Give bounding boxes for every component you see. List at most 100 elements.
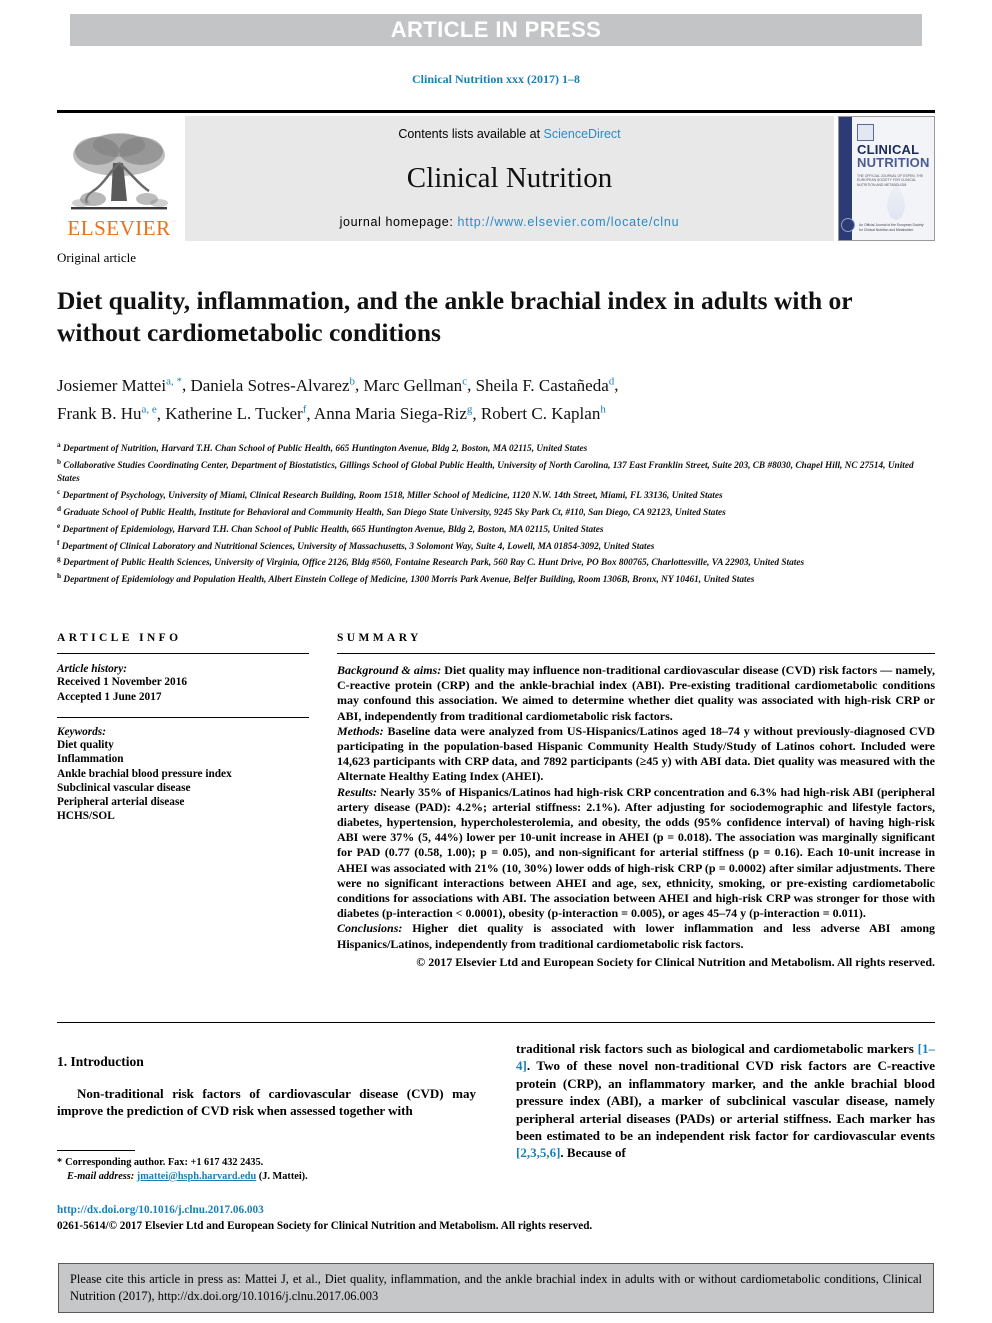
corresponding-author-text: Corresponding author. Fax: +1 617 432 24…: [65, 1157, 264, 1168]
author-entry[interactable]: Katherine L. Tuckerf: [165, 404, 306, 424]
journal-homepage-link[interactable]: http://www.elsevier.com/locate/clnu: [457, 215, 679, 229]
author-entry[interactable]: Robert C. Kaplanh: [480, 403, 606, 424]
article-body: 1. Introduction Non-traditional risk fac…: [57, 1040, 935, 1162]
keyword-item: HCHS/SOL: [57, 810, 115, 823]
affiliation-mark: h: [57, 571, 62, 581]
affiliation-item: c Department of Psychology, University o…: [57, 486, 935, 503]
summary-conclusions: Conclusions: Higher diet quality is asso…: [337, 921, 935, 951]
summary-results-label: Results:: [337, 784, 378, 799]
divider: [57, 653, 309, 654]
affiliation-mark: d: [57, 503, 62, 513]
affiliation-mark: b: [57, 457, 62, 467]
cover-droplet-graphic: [886, 182, 906, 221]
keyword-item: Inflammation: [57, 753, 124, 766]
cover-logo-box-icon: [857, 124, 874, 141]
affiliation-list: a Department of Nutrition, Harvard T.H. …: [57, 439, 935, 587]
email-note: E-mail address: jmattei@hsph.harvard.edu…: [57, 1170, 476, 1184]
article-history-label: Article history:: [57, 663, 127, 675]
author-affil-mark: h: [600, 403, 606, 416]
keyword-item: Ankle brachial blood pressure index: [57, 767, 232, 780]
affiliation-mark: a: [57, 440, 61, 450]
author-name: Frank B. Hu: [57, 404, 142, 424]
author-entry[interactable]: Sheila F. Castañedad: [475, 375, 615, 395]
affiliation-text: Collaborative Studies Coordinating Cente…: [57, 461, 914, 485]
masthead-center-panel: Contents lists available at ScienceDirec…: [185, 116, 834, 241]
cover-title: CLINICAL NUTRITION: [857, 143, 930, 169]
summary-results-text: Nearly 35% of Hispanics/Latinos had high…: [337, 784, 935, 921]
contents-prefix: Contents lists available at: [398, 127, 544, 141]
cite-this-article-text: Please cite this article in press as: Ma…: [70, 1272, 922, 1303]
summary-results: Results: Nearly 35% of Hispanics/Latinos…: [337, 785, 935, 922]
journal-masthead: ELSEVIER Contents lists available at Sci…: [57, 110, 935, 241]
affiliation-text: Graduate School of Public Health, Instit…: [63, 507, 726, 518]
received-date: Received 1 November 2016: [57, 676, 187, 688]
author-entry[interactable]: Marc Gellmanc: [364, 375, 468, 395]
author-name: Anna Maria Siega-Riz: [313, 404, 467, 424]
elsevier-logo: ELSEVIER: [57, 116, 181, 241]
keyword-item: Peripheral arterial disease: [57, 796, 185, 808]
summary-heading: SUMMARY: [337, 632, 422, 644]
author-name: Josiemer Mattei: [57, 375, 167, 395]
sciencedirect-link[interactable]: ScienceDirect: [544, 127, 621, 141]
author-entry[interactable]: Daniela Sotres-Alvarezb: [190, 375, 356, 395]
author-name: Sheila F. Castañeda: [475, 375, 609, 395]
author-email-link[interactable]: jmattei@hsph.harvard.edu: [137, 1171, 256, 1182]
affiliation-text: Department of Nutrition, Harvard T.H. Ch…: [62, 444, 588, 455]
elsevier-wordmark: ELSEVIER: [67, 216, 171, 240]
author-affil-mark: g: [466, 403, 473, 416]
affiliation-text: Department of Clinical Laboratory and Nu…: [61, 541, 655, 552]
affiliation-text: Department of Psychology, University of …: [62, 490, 723, 501]
accepted-date: Accepted 1 June 2017: [57, 690, 162, 703]
body-column-left: 1. Introduction Non-traditional risk fac…: [57, 1040, 476, 1162]
cover-subtitle: THE OFFICIAL JOURNAL OF ESPEN, THE EUROP…: [857, 174, 924, 187]
author-list: Josiemer Matteia, *, Daniela Sotres-Alva…: [57, 375, 619, 424]
author-affil-mark: c: [462, 375, 468, 387]
affiliation-item: d Graduate School of Public Health, Inst…: [57, 503, 935, 520]
affiliation-item: h Department of Epidemiology and Populat…: [57, 570, 935, 587]
affiliation-mark: e: [57, 520, 61, 530]
summary-background: Background & aims: Diet quality may infl…: [337, 663, 935, 724]
corresponding-author-note: * Corresponding author. Fax: +1 617 432 2…: [57, 1156, 476, 1170]
author-affil-mark: b: [349, 375, 356, 387]
author-affil-mark: d: [608, 375, 615, 387]
footnote-block: * Corresponding author. Fax: +1 617 432 2…: [57, 1150, 476, 1183]
cover-footnote: An Official Journal of the European Soci…: [859, 223, 924, 232]
author-entry[interactable]: Josiemer Matteia, *: [57, 375, 182, 395]
citation-ref-2[interactable]: [2,3,5,6]: [516, 1145, 560, 1160]
affiliation-item: g Department of Public Health Sciences, …: [57, 553, 935, 570]
affiliation-mark: f: [57, 537, 60, 547]
affiliation-item: a Department of Nutrition, Harvard T.H. …: [57, 439, 935, 456]
author-entry[interactable]: Frank B. Hua, e: [57, 404, 157, 424]
summary-column: SUMMARY Background & aims: Diet quality …: [337, 632, 935, 982]
summary-methods-label: Methods:: [337, 723, 384, 738]
contents-available-line: Contents lists available at ScienceDirec…: [398, 127, 620, 141]
info-and-summary-section: ARTICLE INFO Article history: Received 1…: [57, 632, 935, 982]
affiliation-item: b Collaborative Studies Coordinating Cen…: [57, 456, 935, 486]
article-type-label: Original article: [57, 250, 137, 265]
asterisk-icon: *: [57, 1157, 63, 1168]
doi-link[interactable]: http://dx.doi.org/10.1016/j.clnu.2017.06…: [57, 1204, 264, 1216]
author-name: Katherine L. Tucker: [165, 404, 303, 424]
doi-block: http://dx.doi.org/10.1016/j.clnu.2017.06…: [57, 1203, 935, 1234]
footnote-rule: [57, 1150, 135, 1151]
email-label: E-mail address:: [67, 1170, 135, 1182]
body-column-right: traditional risk factors such as biologi…: [516, 1040, 935, 1162]
article-info-heading: ARTICLE INFO: [57, 632, 182, 644]
cover-eu-emblem-icon: [841, 218, 855, 232]
summary-conclusions-text: Higher diet quality is associated with l…: [337, 921, 935, 951]
introduction-paragraph-continued: traditional risk factors such as biologi…: [516, 1040, 935, 1162]
cover-title-line2: NUTRITION: [857, 155, 930, 170]
summary-methods-text: Baseline data were analyzed from US-Hisp…: [337, 723, 935, 784]
cite-this-article-box: Please cite this article in press as: Ma…: [58, 1263, 934, 1313]
summary-methods: Methods: Baseline data were analyzed fro…: [337, 724, 935, 785]
divider: [57, 1022, 935, 1023]
keywords-label: Keywords:: [57, 726, 106, 739]
author-entry[interactable]: Anna Maria Siega-Rizg: [313, 403, 473, 424]
article-in-press-banner: ARTICLE IN PRESS: [70, 14, 922, 46]
keyword-item: Diet quality: [57, 739, 114, 752]
introduction-paragraph: Non-traditional risk factors of cardiova…: [57, 1086, 476, 1119]
email-suffix: (J. Mattei).: [256, 1170, 308, 1182]
author-name: Robert C. Kaplan: [480, 404, 601, 424]
affiliation-text: Department of Public Health Sciences, Un…: [62, 558, 805, 569]
journal-homepage-line: journal homepage: http://www.elsevier.co…: [340, 215, 680, 229]
